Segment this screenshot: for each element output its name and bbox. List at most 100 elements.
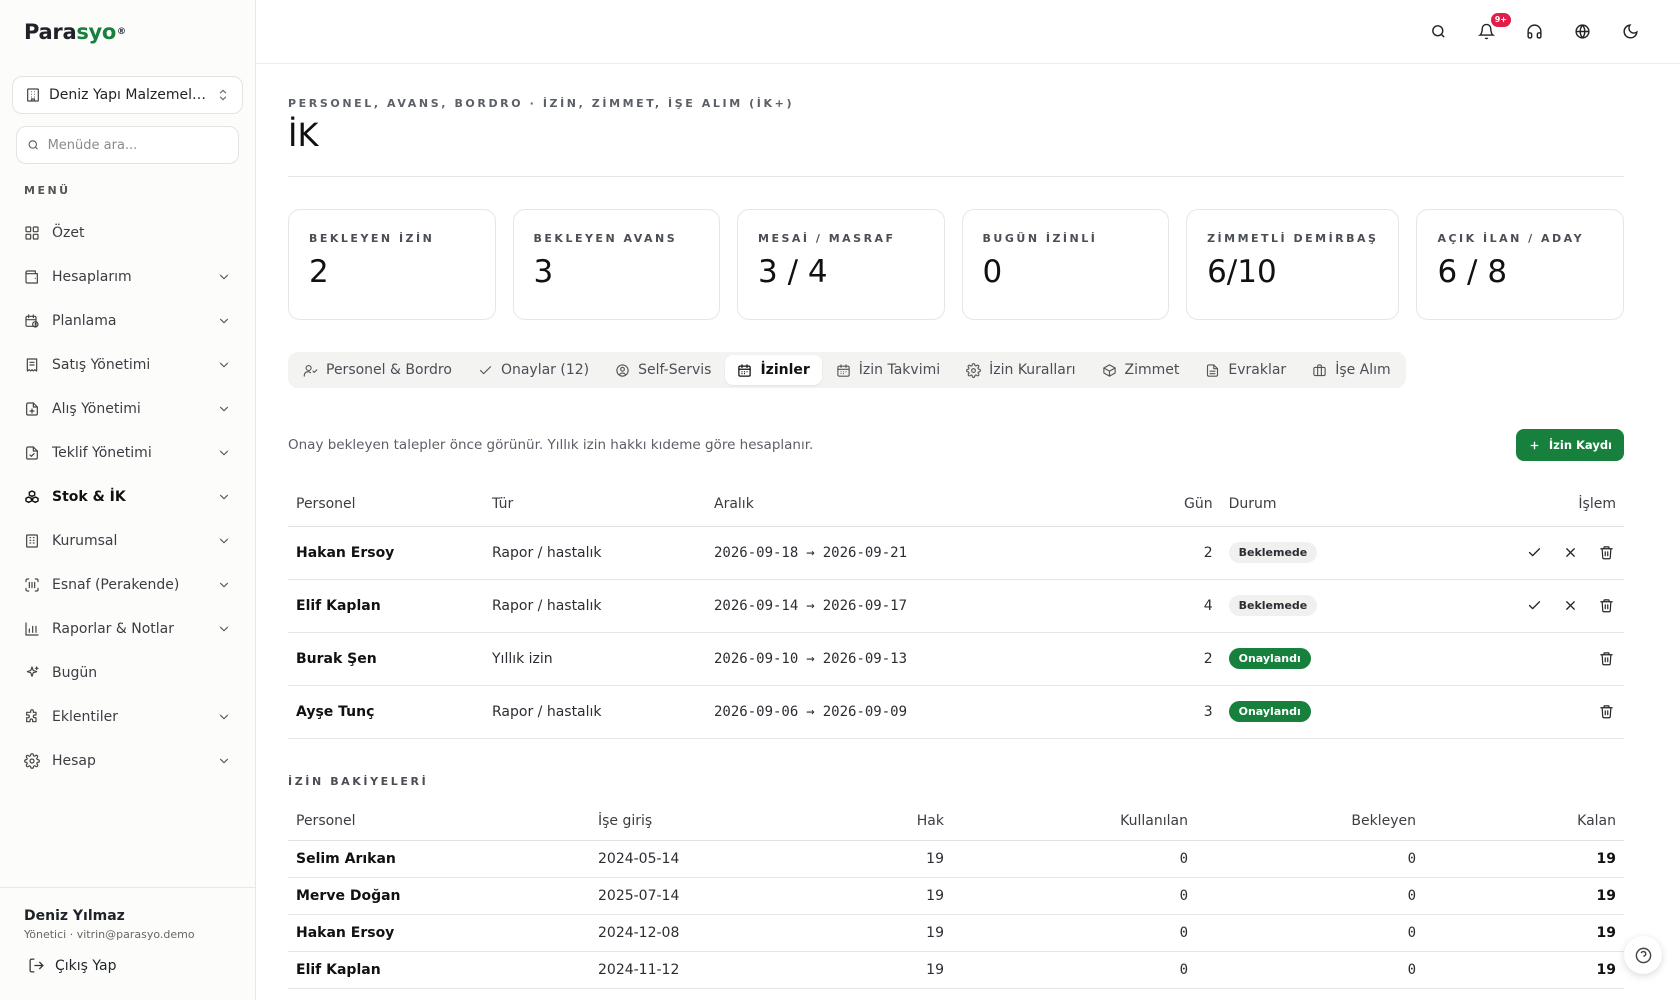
tab-i-zin-kurallar[interactable]: İzin Kuralları [954, 355, 1087, 385]
add-leave-button[interactable]: İzin Kaydı [1515, 429, 1624, 461]
chevron-down-icon [219, 274, 229, 280]
stat-card: AÇIK İLAN / ADAY 6 / 8 [1416, 209, 1624, 320]
reject-button[interactable] [1560, 543, 1580, 563]
stats-row: BEKLEYEN İZİN 2 BEKLEYEN AVANS 3 MESAİ / MAS… [288, 209, 1624, 320]
balances-table: Personel İşe giriş Hak Kullanılan Bekley… [288, 801, 1624, 989]
col-start: İşe giriş [590, 801, 760, 841]
tab-onaylar-12[interactable]: Onaylar (12) [466, 355, 601, 385]
add-leave-label: İzin Kaydı [1548, 438, 1612, 452]
tab-zimmet[interactable]: Zimmet [1090, 355, 1192, 385]
help-button[interactable] [1624, 936, 1662, 974]
sidebar-item-sat-y-netimi[interactable]: Satış Yönetimi [0, 343, 255, 387]
sidebar-item-hesap[interactable]: Hesap [0, 739, 255, 783]
cell-remaining: 19 [1424, 877, 1624, 915]
range-end: 2026-09-13 [822, 650, 908, 667]
topbar: 9+ [256, 0, 1680, 64]
sidebar-item-bug-n[interactable]: Bugün [0, 651, 255, 695]
delete-button[interactable] [1596, 543, 1616, 563]
grid-icon [25, 226, 39, 240]
cell-used: 0 [952, 840, 1196, 878]
stat-label: AÇIK İLAN / ADAY [1437, 232, 1585, 245]
col-type: Tür [484, 483, 706, 527]
sidebar-item-esnaf-perakende[interactable]: Esnaf (Perakende) [0, 563, 255, 607]
sidebar-menu: Özet Hesaplarım Planlama Satış Yönetimi Alış… [0, 211, 255, 783]
language-button[interactable] [1570, 20, 1594, 44]
search-button[interactable] [1426, 20, 1450, 44]
cell-entitled: 19 [760, 840, 952, 878]
brand-logo[interactable]: Para syo ® [0, 0, 255, 64]
range-start: 2026-09-14 [714, 597, 799, 614]
sidebar-item-kurumsal[interactable]: Kurumsal [0, 519, 255, 563]
sidebar-item-zet[interactable]: Özet [0, 211, 255, 255]
company-switcher[interactable]: Deniz Yapı Malzemeleri... [12, 76, 243, 114]
chevron-down-icon [219, 714, 229, 720]
approve-button[interactable] [1524, 596, 1544, 616]
range-arrow: → [806, 597, 815, 614]
sidebar-item-raporlar-notlar[interactable]: Raporlar & Notlar [0, 607, 255, 651]
sidebar-item-hesaplar-m[interactable]: Hesaplarım [0, 255, 255, 299]
row-actions [1427, 702, 1616, 722]
range-end: 2026-09-17 [822, 597, 908, 614]
gear-icon [966, 362, 982, 378]
sidebar-item-teklif-y-netimi[interactable]: Teklif Yönetimi [0, 431, 255, 475]
tab-i-zinler[interactable]: İzinler [725, 355, 822, 385]
company-name: Deniz Yapı Malzemeleri... [49, 87, 208, 103]
sidebar-item-planlama[interactable]: Planlama [0, 299, 255, 343]
delete-button[interactable] [1596, 702, 1616, 722]
chevron-down-icon [219, 494, 229, 500]
tab-self-servis[interactable]: Self-Servis [603, 355, 723, 385]
building-icon [27, 88, 39, 102]
search-icon [1431, 25, 1445, 38]
plus-icon [1530, 441, 1539, 449]
tab-label: Zimmet [1124, 362, 1180, 378]
globe-icon [1574, 24, 1590, 39]
cell-person: Burak Şen [288, 632, 484, 686]
sidebar-item-stok-i-k[interactable]: Stok & İK [0, 475, 255, 519]
sidebar-item-label: Teklif Yönetimi [52, 445, 152, 461]
notifications-button[interactable]: 9+ [1474, 12, 1511, 44]
table-row: Merve Doğan 2025-07-14 19 0 0 19 [288, 877, 1624, 915]
tab-i-zin-takvimi[interactable]: İzin Takvimi [824, 355, 952, 385]
delete-button[interactable] [1596, 649, 1616, 669]
cell-person: Ayşe Tunç [288, 685, 484, 739]
tab-evraklar[interactable]: Evraklar [1193, 355, 1298, 385]
chevron-down-icon [219, 318, 229, 324]
menu-search-input[interactable] [47, 137, 228, 153]
sidebar: Para syo ® Deniz Yapı Malzemeleri... MENÜ … [0, 0, 256, 1000]
delete-button[interactable] [1596, 596, 1616, 616]
help-icon [1635, 947, 1651, 963]
reject-button[interactable] [1560, 596, 1580, 616]
sidebar-item-eklentiler[interactable]: Eklentiler [0, 695, 255, 739]
logout-button[interactable]: Çıkış Yap [24, 957, 231, 974]
row-actions [1427, 649, 1616, 669]
sidebar-item-label: Satış Yönetimi [52, 357, 151, 373]
cell-status: Onaylandı [1220, 632, 1420, 686]
chevron-down-icon [219, 582, 229, 588]
cell-status: Beklemede [1220, 579, 1420, 633]
calendar-icon [738, 363, 752, 377]
sidebar-item-al-y-netimi[interactable]: Alış Yönetimi [0, 387, 255, 431]
tab-label: İşe Alım [1335, 362, 1391, 378]
logout-label: Çıkış Yap [55, 957, 117, 974]
sidebar-item-label: Raporlar & Notlar [52, 621, 175, 637]
trash-icon [1599, 705, 1613, 719]
sidebar-item-label: Eklentiler [52, 709, 118, 725]
tab-label: Onaylar (12) [500, 362, 590, 378]
tab-label: İzinler [760, 362, 810, 378]
support-button[interactable] [1522, 20, 1546, 44]
row-actions [1427, 543, 1616, 563]
cell-person: Hakan Ersoy [288, 526, 484, 580]
status-badge: Beklemede [1228, 542, 1318, 563]
tab-i-e-al-m[interactable]: İşe Alım [1300, 355, 1402, 385]
bar-chart-icon [25, 622, 39, 636]
theme-toggle-button[interactable] [1618, 20, 1642, 44]
tab-personel-bordro[interactable]: Personel & Bordro [291, 355, 464, 385]
cell-used: 0 [952, 877, 1196, 915]
cell-start: 2025-07-14 [590, 877, 760, 915]
x-icon [1565, 548, 1575, 557]
stat-card: MESAİ / MASRAF 3 / 4 [737, 209, 945, 320]
approve-button[interactable] [1524, 543, 1544, 563]
menu-search[interactable] [16, 126, 239, 164]
chevron-up-down-icon [219, 89, 227, 101]
cell-entitled: 19 [760, 877, 952, 915]
